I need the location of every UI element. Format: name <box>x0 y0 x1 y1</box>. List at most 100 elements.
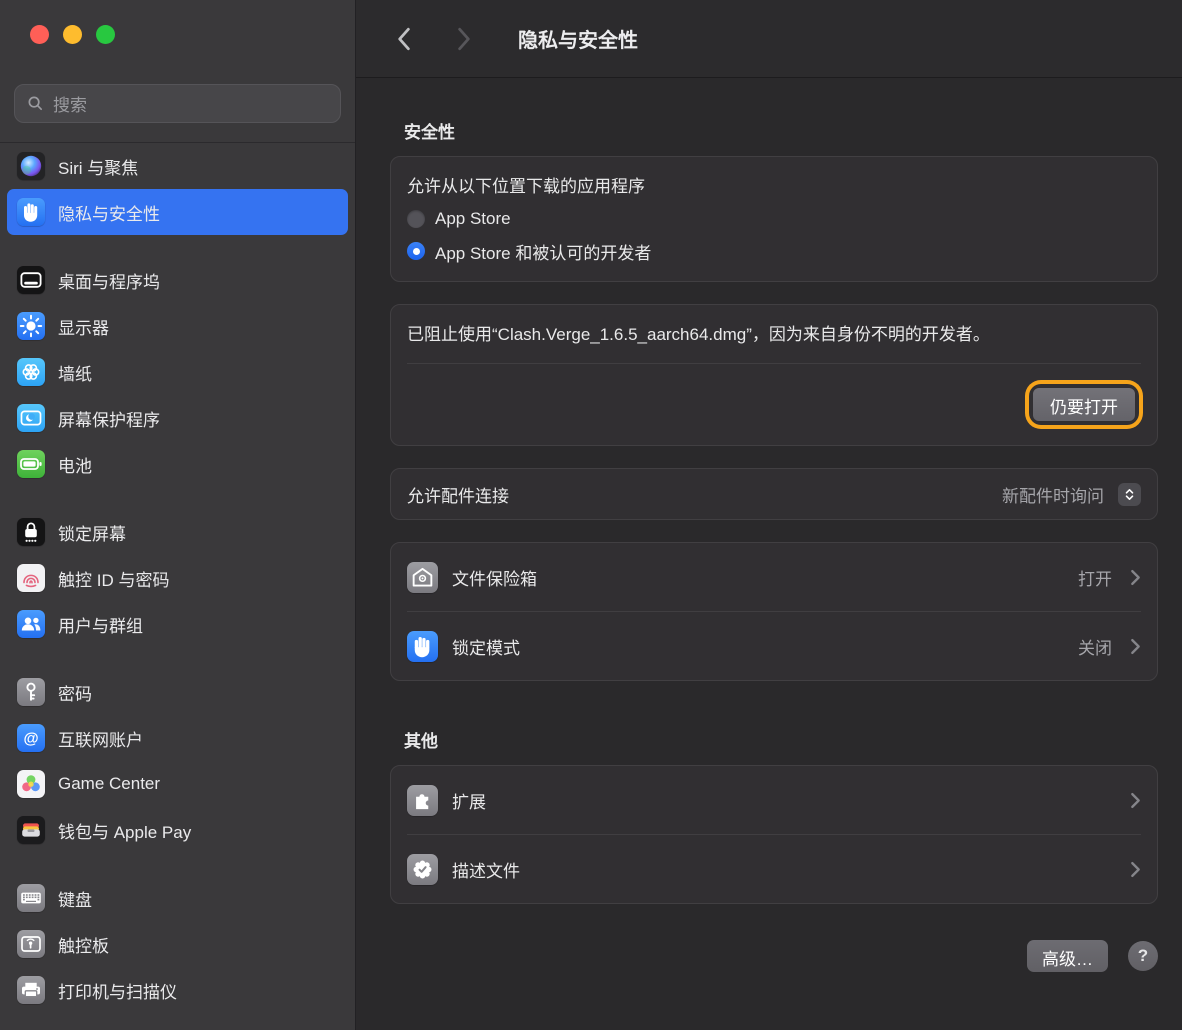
sidebar-item-label: 桌面与程序坞 <box>58 268 160 293</box>
accessories-card: 允许配件连接 新配件时询问 <box>390 468 1158 520</box>
close-window-button[interactable] <box>30 25 49 44</box>
sidebar-item-label: Siri 与聚焦 <box>58 154 138 179</box>
open-anyway-button[interactable]: 仍要打开 <box>1033 388 1135 421</box>
sidebar-item-label: 墙纸 <box>58 360 92 385</box>
trackpad-icon <box>17 930 45 958</box>
sidebar-group: Siri 与聚焦隐私与安全性 <box>7 143 348 235</box>
sidebar-item-trackpad[interactable]: 触控板 <box>7 921 348 967</box>
sidebar-item-printers[interactable]: 打印机与扫描仪 <box>7 967 348 1013</box>
sidebar-item-label: 触控 ID 与密码 <box>58 566 169 591</box>
sidebar-item-label: 屏幕保护程序 <box>58 406 160 431</box>
sidebar-item-label: 显示器 <box>58 314 109 339</box>
displays-icon <box>17 312 45 340</box>
sidebar-item-label: 隐私与安全性 <box>58 200 160 225</box>
screensaver-icon <box>17 404 45 432</box>
sidebar-item-label: 触控板 <box>58 932 109 957</box>
svg-text:@: @ <box>23 730 38 747</box>
settings-row-label: 文件保险箱 <box>452 565 537 590</box>
sidebar-group: 桌面与程序坞显示器墙纸屏幕保护程序电池 <box>7 257 348 487</box>
sidebar-item-keyboard[interactable]: 键盘 <box>7 875 348 921</box>
security-heading: 安全性 <box>404 118 1158 143</box>
sidebar-group: 键盘触控板打印机与扫描仪 <box>7 875 348 1013</box>
sidebar-item-touch-id[interactable]: 触控 ID 与密码 <box>7 555 348 601</box>
system-settings-window: 搜索 Siri 与聚焦隐私与安全性桌面与程序坞显示器墙纸屏幕保护程序电池锁定屏幕… <box>0 0 1182 1030</box>
radio-unselected-icon[interactable] <box>407 210 425 228</box>
sidebar-item-displays[interactable]: 显示器 <box>7 303 348 349</box>
advanced-button[interactable]: 高级… <box>1027 940 1108 972</box>
sidebar-item-label: 钱包与 Apple Pay <box>58 818 191 843</box>
sidebar-item-lock-screen[interactable]: 锁定屏幕 <box>7 509 348 555</box>
search-placeholder: 搜索 <box>53 91 87 116</box>
blocked-app-message: 已阻止使用“Clash.Verge_1.6.5_aarch64.dmg”，因为来… <box>407 319 1097 351</box>
desktop-dock-icon <box>17 266 45 294</box>
page-title: 隐私与安全性 <box>518 24 638 53</box>
security-rows-card: 文件保险箱 打开锁定模式关闭 <box>390 542 1158 681</box>
sidebar-item-screensaver[interactable]: 屏幕保护程序 <box>7 395 348 441</box>
help-button[interactable]: ? <box>1128 941 1158 971</box>
chevron-right-icon <box>1130 792 1141 809</box>
filevault-icon <box>407 562 438 593</box>
minimize-window-button[interactable] <box>63 25 82 44</box>
sidebar-item-battery[interactable]: 电池 <box>7 441 348 487</box>
sidebar-item-wallpaper[interactable]: 墙纸 <box>7 349 348 395</box>
sidebar-item-label: 电池 <box>58 452 92 477</box>
siri-icon <box>17 152 45 180</box>
forward-button[interactable] <box>456 26 476 52</box>
accessories-label: 允许配件连接 <box>407 482 509 507</box>
allow-apps-card: 允许从以下位置下载的应用程序 App Store App Store 和被认可的开… <box>390 156 1158 282</box>
internet-accounts-icon: @ <box>17 724 45 752</box>
back-button[interactable] <box>396 26 416 52</box>
accessories-dropdown[interactable] <box>1118 483 1141 506</box>
sidebar-item-label: 互联网账户 <box>58 726 143 751</box>
radio-option-label: App Store <box>435 209 511 229</box>
game-center-icon <box>17 770 45 798</box>
chevron-right-icon <box>1130 638 1141 655</box>
sidebar-item-users-groups[interactable]: 用户与群组 <box>7 601 348 647</box>
sidebar-item-wallet[interactable]: 钱包与 Apple Pay <box>7 807 348 853</box>
allow-apps-label: 允许从以下位置下载的应用程序 <box>407 171 1141 203</box>
allow-apps-options: App Store App Store 和被认可的开发者 <box>407 203 1141 267</box>
sidebar-item-passwords[interactable]: 密码 <box>7 669 348 715</box>
settings-row-lockdown-mode[interactable]: 锁定模式关闭 <box>407 612 1141 680</box>
main-pane: 隐私与安全性 安全性 允许从以下位置下载的应用程序 App StoreApp S… <box>356 0 1182 1030</box>
sidebar-item-siri[interactable]: Siri 与聚焦 <box>7 143 348 189</box>
other-rows-card: 扩展描述文件 <box>390 765 1158 904</box>
settings-row-extensions[interactable]: 扩展 <box>407 766 1141 834</box>
blocked-app-card: 已阻止使用“Clash.Verge_1.6.5_aarch64.dmg”，因为来… <box>390 304 1158 446</box>
sidebar-item-label: 打印机与扫描仪 <box>58 978 177 1003</box>
radio-option[interactable]: App Store 和被认可的开发者 <box>407 235 1141 267</box>
extensions-icon <box>407 785 438 816</box>
accessories-value: 新配件时询问 <box>1002 482 1104 507</box>
sidebar-item-label: 密码 <box>58 680 92 705</box>
settings-row-profiles[interactable]: 描述文件 <box>407 835 1141 903</box>
radio-option[interactable]: App Store <box>407 203 1141 235</box>
search-icon <box>27 95 44 112</box>
sidebar-item-privacy-security[interactable]: 隐私与安全性 <box>7 189 348 235</box>
settings-row-value: 关闭 <box>1078 634 1112 659</box>
bottom-actions: 高级… ? <box>390 940 1158 972</box>
settings-row-label: 描述文件 <box>452 857 520 882</box>
wallet-icon <box>17 816 45 844</box>
radio-selected-icon[interactable] <box>407 242 425 260</box>
search-input[interactable]: 搜索 <box>14 84 341 123</box>
settings-row-filevault[interactable]: 文件保险箱 打开 <box>407 543 1141 611</box>
sidebar-group: 密码 @ 互联网账户 Game Center 钱包与 Apple Pay <box>7 669 348 853</box>
settings-row-value: 打开 <box>1078 565 1112 590</box>
sidebar-item-internet-accounts[interactable]: @ 互联网账户 <box>7 715 348 761</box>
profiles-icon <box>407 854 438 885</box>
printers-icon <box>17 976 45 1004</box>
sidebar-item-game-center[interactable]: Game Center <box>7 761 348 807</box>
sidebar-item-desktop-dock[interactable]: 桌面与程序坞 <box>7 257 348 303</box>
zoom-window-button[interactable] <box>96 25 115 44</box>
battery-icon <box>17 450 45 478</box>
main-header: 隐私与安全性 <box>356 0 1182 78</box>
touch-id-icon <box>17 564 45 592</box>
lock-screen-icon <box>17 518 45 546</box>
privacy-security-icon <box>17 198 45 226</box>
sidebar-item-label: 锁定屏幕 <box>58 520 126 545</box>
settings-row-label: 扩展 <box>452 788 486 813</box>
chevron-right-icon <box>1130 569 1141 586</box>
sidebar-item-label: 键盘 <box>58 886 92 911</box>
chevron-right-icon <box>1130 861 1141 878</box>
sidebar-list: Siri 与聚焦隐私与安全性桌面与程序坞显示器墙纸屏幕保护程序电池锁定屏幕触控 … <box>0 143 355 1030</box>
